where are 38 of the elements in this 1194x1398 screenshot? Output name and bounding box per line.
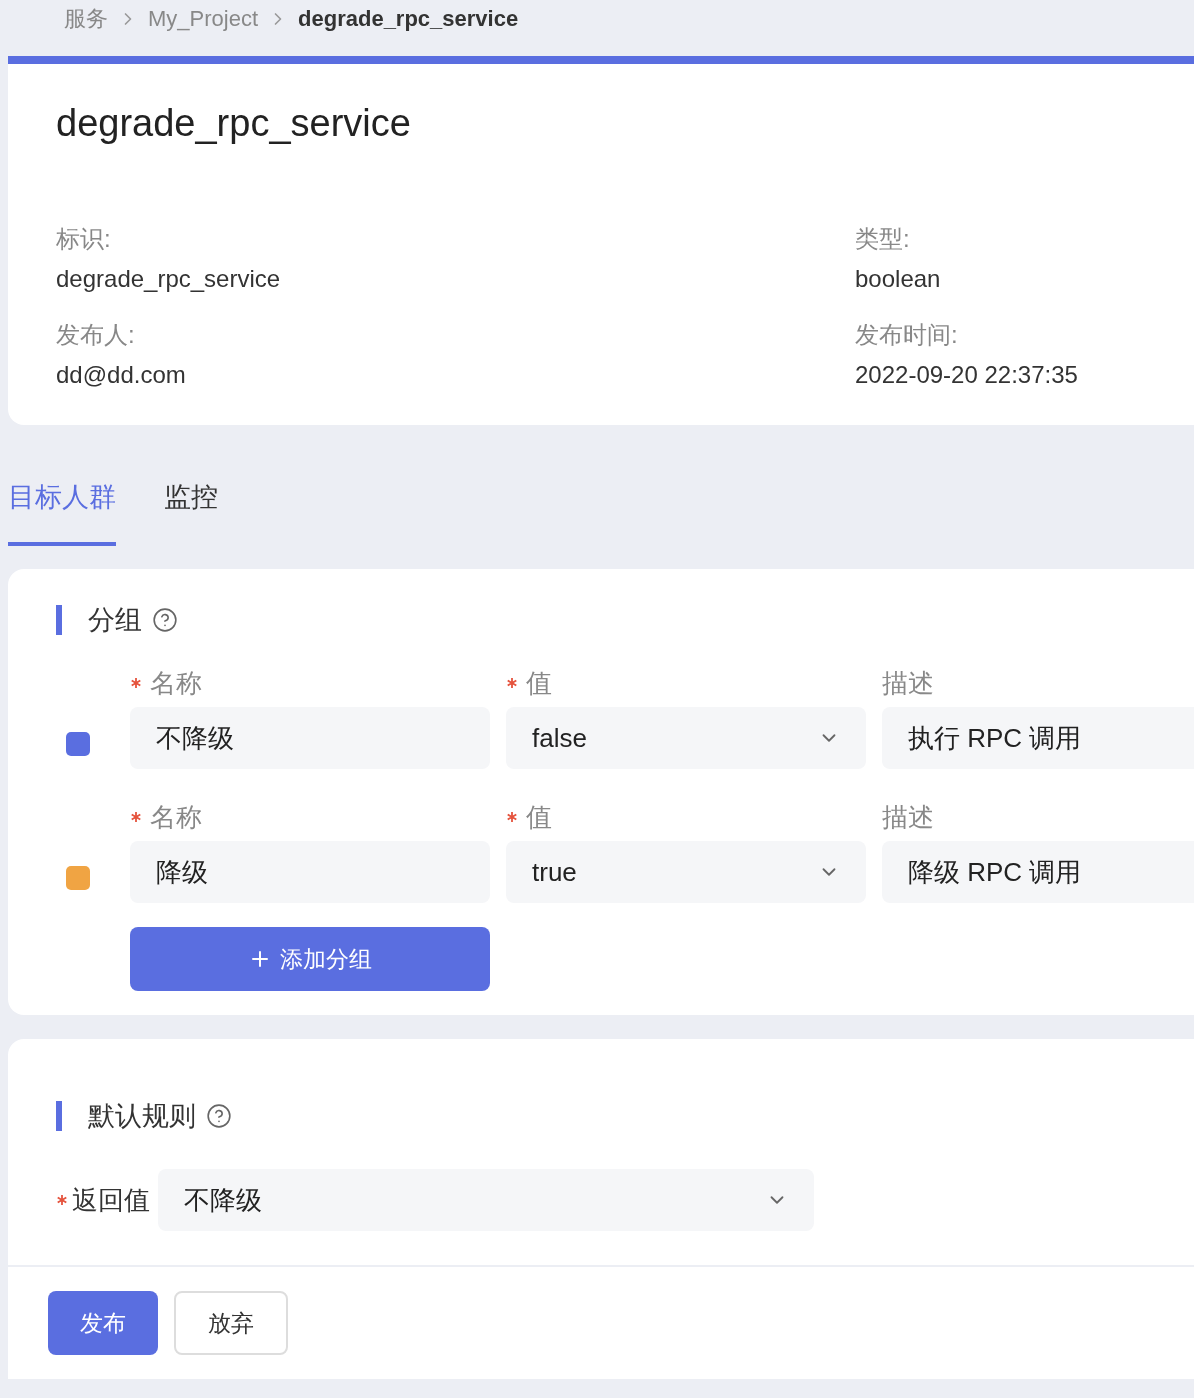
value-select[interactable]: false xyxy=(506,707,866,769)
field-label: 返回值 xyxy=(72,1183,150,1217)
required-icon xyxy=(130,677,142,689)
field-label: 值 xyxy=(526,666,552,700)
breadcrumb-item: degrade_rpc_service xyxy=(298,6,519,32)
field-label: 发布时间: xyxy=(855,320,959,350)
help-icon[interactable] xyxy=(206,1103,232,1129)
section-title: 默认规则 xyxy=(88,1100,196,1133)
field-value: degrade_rpc_service xyxy=(56,265,282,293)
required-icon xyxy=(56,1194,68,1206)
name-field[interactable]: 不降级 xyxy=(130,707,490,769)
description-field[interactable]: 降级 RPC 调用 xyxy=(882,841,1194,903)
field-label: 标识: xyxy=(56,224,112,254)
required-icon xyxy=(506,677,518,689)
field-label: 名称 xyxy=(150,800,202,834)
add-group-button[interactable]: 添加分组 xyxy=(130,927,490,991)
field-label: 名称 xyxy=(150,666,202,700)
field-label: 值 xyxy=(526,800,552,834)
return-value-select[interactable]: 不降级 xyxy=(158,1169,814,1231)
tab[interactable]: 监控 xyxy=(164,473,218,546)
required-icon xyxy=(130,811,142,823)
tab[interactable]: 目标人群 xyxy=(8,473,116,546)
field-label: 类型: xyxy=(855,224,911,254)
description-field[interactable]: 执行 RPC 调用 xyxy=(882,707,1194,769)
name-field[interactable]: 降级 xyxy=(130,841,490,903)
field-value: dd@dd.com xyxy=(56,361,187,389)
field-label: 描述 xyxy=(882,800,934,834)
page-title: degrade_rpc_service xyxy=(56,102,412,145)
section-title: 分组 xyxy=(88,604,142,637)
publish-button[interactable]: 发布 xyxy=(48,1291,158,1355)
value-select[interactable]: true xyxy=(506,841,866,903)
field-label: 发布人: xyxy=(56,320,136,350)
field-value: 2022-09-20 22:37:35 xyxy=(855,361,1079,389)
field-value: boolean xyxy=(855,265,942,293)
required-icon xyxy=(506,811,518,823)
help-icon[interactable] xyxy=(152,607,178,633)
discard-button[interactable]: 放弃 xyxy=(174,1291,288,1355)
field-label: 描述 xyxy=(882,666,934,700)
